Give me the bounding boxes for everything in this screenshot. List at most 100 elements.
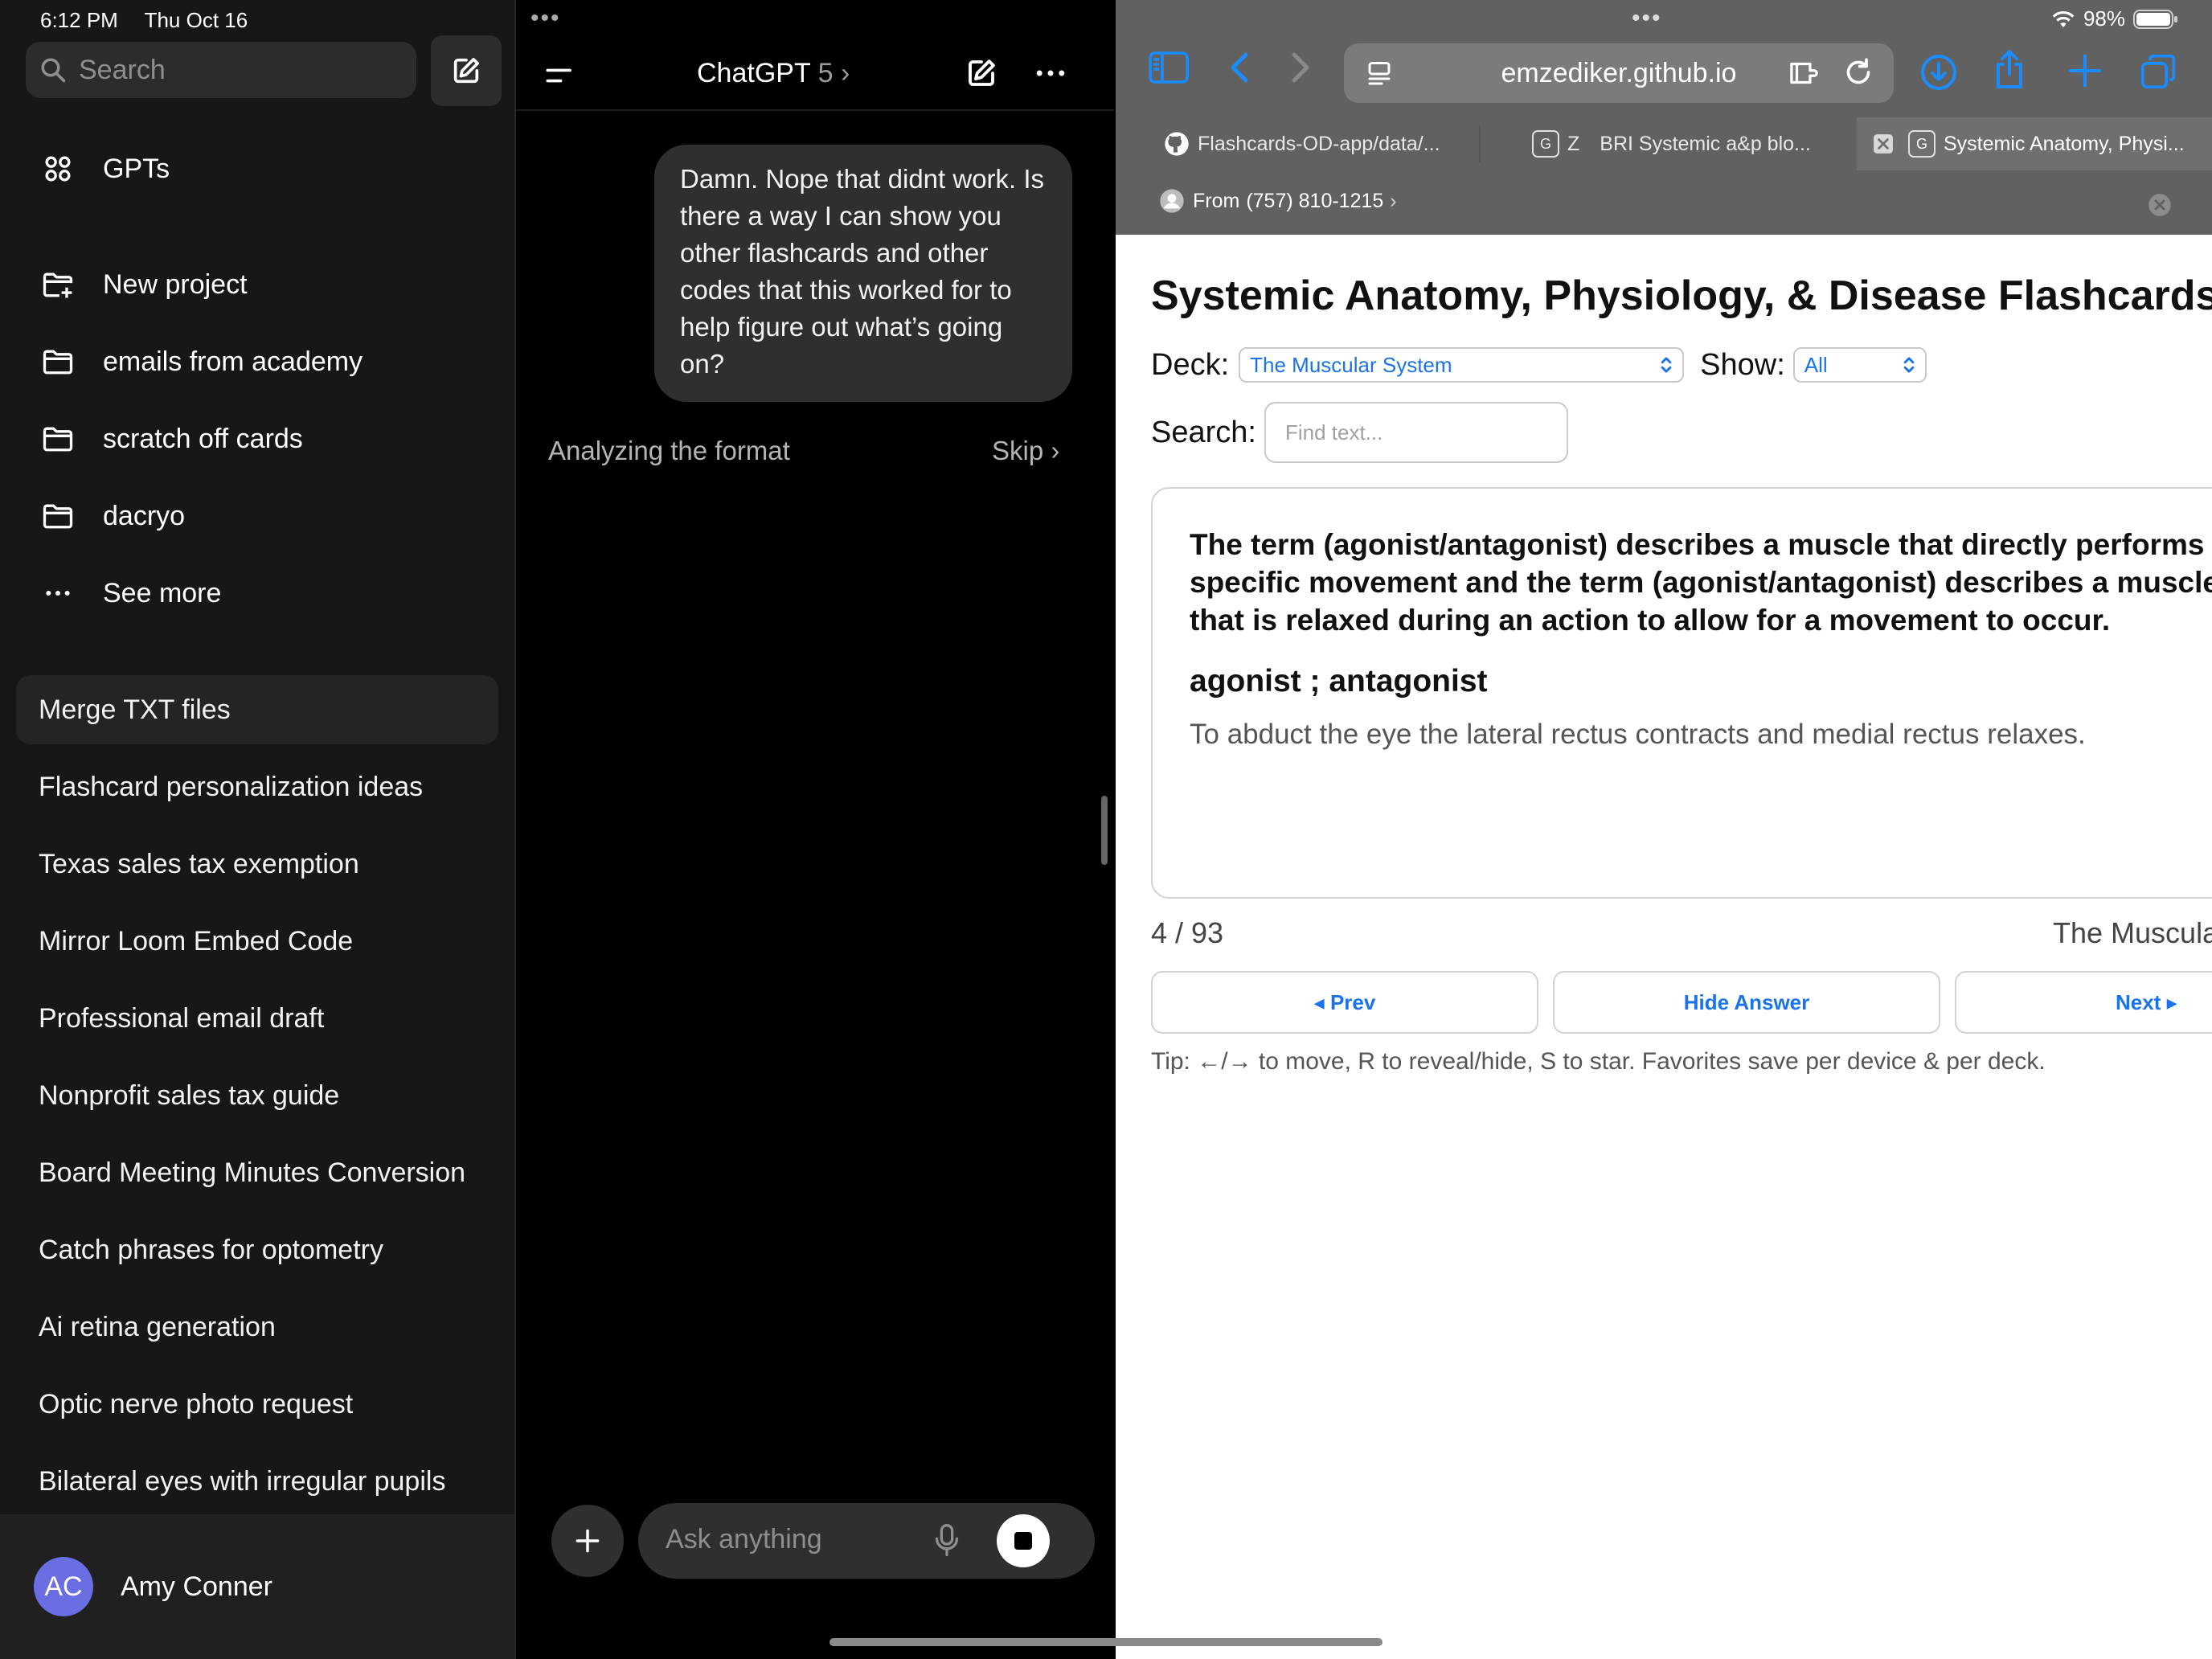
select-arrows-icon bbox=[1903, 357, 1915, 373]
select-arrows-icon bbox=[1661, 357, 1672, 373]
find-text-placeholder: Find text... bbox=[1284, 420, 1383, 444]
downloads-button[interactable] bbox=[1919, 53, 1958, 92]
dismiss-banner-button[interactable] bbox=[2148, 193, 2172, 217]
folder-icon bbox=[39, 342, 77, 381]
close-icon bbox=[1874, 134, 1893, 154]
sidebar-item-gpts[interactable]: GPTs bbox=[39, 150, 170, 188]
show-select[interactable]: All bbox=[1792, 347, 1927, 383]
current-deck-name: The Muscular System bbox=[2053, 916, 2212, 949]
find-text-input[interactable]: Find text... bbox=[1264, 402, 1568, 463]
tab-overview-button[interactable] bbox=[2140, 53, 2178, 90]
user-profile-button[interactable]: AC Amy Conner bbox=[0, 1514, 514, 1659]
grid-icon bbox=[39, 150, 77, 188]
tab-flashcards-github[interactable]: Flashcards-OD-app/data/... bbox=[1164, 117, 1484, 170]
search-row: Search: Find text... bbox=[1151, 402, 1568, 463]
chat-history-item[interactable]: Ai retina generation bbox=[16, 1292, 498, 1362]
forward-button[interactable] bbox=[1288, 50, 1312, 85]
new-tab-button[interactable] bbox=[2067, 53, 2103, 88]
deck-select[interactable]: The Muscular System bbox=[1239, 347, 1685, 383]
chat-history-item[interactable]: Bilateral eyes with irregular pupils bbox=[16, 1447, 498, 1516]
prev-button[interactable]: ◂ Prev bbox=[1151, 971, 1538, 1034]
sidebar-item-label: scratch off cards bbox=[103, 423, 303, 454]
chat-history-item[interactable]: Board Meeting Minutes Conversion bbox=[16, 1138, 498, 1207]
home-indicator[interactable] bbox=[830, 1638, 1382, 1646]
sidebar-item-label: emails from academy bbox=[103, 346, 363, 377]
thinking-status: Analyzing the format bbox=[548, 436, 790, 465]
sidebar-item-see-more[interactable]: See more bbox=[39, 574, 221, 612]
chat-history-item[interactable]: Flashcard personalization ideas bbox=[16, 752, 498, 821]
next-button[interactable]: Next ▸ bbox=[1955, 971, 2212, 1034]
extensions-button[interactable] bbox=[1788, 58, 1825, 88]
share-button[interactable] bbox=[1993, 48, 2026, 90]
chat-history-item-active[interactable]: Merge TXT files bbox=[16, 675, 498, 744]
sidebar-toggle-button[interactable] bbox=[1148, 50, 1190, 85]
skip-button[interactable]: Skip › bbox=[992, 436, 1059, 466]
sidebar-icon bbox=[1149, 51, 1189, 84]
chat-history-item[interactable]: Catch phrases for optometry bbox=[16, 1215, 498, 1284]
battery-icon bbox=[2133, 9, 2177, 29]
sidebar-search-input[interactable]: Search bbox=[26, 42, 416, 98]
chevron-right-icon bbox=[1292, 52, 1309, 83]
sidebar-item-project[interactable]: dacryo bbox=[39, 497, 185, 535]
dictation-button[interactable] bbox=[931, 1521, 963, 1559]
multitasking-dots[interactable]: ••• bbox=[530, 5, 561, 32]
flashcard-answer: agonist ; antagonist bbox=[1190, 664, 1488, 698]
share-icon bbox=[1997, 50, 2022, 88]
new-chat-button[interactable] bbox=[431, 35, 502, 106]
page-title: Systemic Anatomy, Physiology, & Disease … bbox=[1151, 272, 2212, 319]
user-name: Amy Conner bbox=[121, 1571, 272, 1602]
menu-icon bbox=[546, 68, 571, 83]
stop-generating-button[interactable] bbox=[997, 1514, 1050, 1567]
split-view-divider-handle[interactable] bbox=[1101, 796, 1108, 865]
status-time: 6:12 PM bbox=[40, 8, 118, 32]
model-selector[interactable]: ChatGPT 5 › bbox=[697, 58, 850, 89]
more-options-button[interactable] bbox=[1034, 58, 1067, 88]
sidebar-item-label: GPTs bbox=[103, 153, 170, 184]
tab-label: Flashcards-OD-app/data/... bbox=[1198, 132, 1440, 155]
attach-button[interactable] bbox=[551, 1505, 624, 1577]
chat-history-item[interactable]: Nonprofit sales tax guide bbox=[16, 1061, 498, 1130]
tab-label: Z BRI Systemic a&p blo... bbox=[1567, 132, 1811, 155]
search-icon bbox=[41, 58, 66, 83]
chat-history-list: Merge TXT files Flashcard personalizatio… bbox=[16, 675, 498, 1524]
chat-header: ChatGPT 5 › bbox=[516, 40, 1114, 111]
battery-percent: 98% bbox=[2083, 6, 2125, 31]
chat-history-item[interactable]: Optic nerve photo request bbox=[16, 1370, 498, 1439]
shared-with-you-banner[interactable]: From (757) 810-1215 › bbox=[1159, 188, 1397, 214]
safari-window: ••• 98% emzediker.github.io Flashcards-O… bbox=[1116, 0, 2212, 1659]
sidebar-item-label: See more bbox=[103, 577, 222, 608]
show-select-value: All bbox=[1804, 352, 1828, 377]
card-counter: 4 / 93 bbox=[1151, 916, 1224, 949]
chat-history-item[interactable]: Texas sales tax exemption bbox=[16, 830, 498, 899]
tab-divider bbox=[1479, 125, 1481, 162]
multitasking-dots[interactable]: ••• bbox=[1632, 5, 1662, 32]
new-folder-icon bbox=[39, 265, 77, 304]
close-tab-button[interactable] bbox=[1873, 133, 1894, 154]
wifi-icon bbox=[2052, 10, 2075, 27]
person-icon bbox=[1160, 189, 1184, 213]
address-bar[interactable]: emzediker.github.io bbox=[1344, 43, 1894, 103]
flashcard[interactable]: The term (agonist/antagonist) describes … bbox=[1151, 487, 2212, 899]
deck-filter-row: Deck: The Muscular System Show: All bbox=[1151, 347, 1927, 383]
chat-input[interactable]: Ask anything bbox=[638, 1503, 1095, 1579]
reload-button[interactable] bbox=[1842, 56, 1874, 88]
tab-bri-systemic[interactable]: G Z BRI Systemic a&p blo... bbox=[1532, 117, 1862, 170]
tab-systemic-anatomy[interactable]: G Systemic Anatomy, Physi... bbox=[1857, 117, 2212, 170]
chat-history-item[interactable]: Mirror Loom Embed Code bbox=[16, 907, 498, 976]
sidebar-toggle-button[interactable] bbox=[543, 61, 576, 90]
from-label: From bbox=[1193, 189, 1240, 212]
stop-icon bbox=[1014, 1532, 1032, 1550]
sidebar-item-project[interactable]: emails from academy bbox=[39, 342, 363, 381]
download-icon bbox=[1921, 55, 1956, 90]
sidebar-item-new-project[interactable]: New project bbox=[39, 265, 248, 304]
hide-answer-button[interactable]: Hide Answer bbox=[1553, 971, 1940, 1034]
more-dots-icon bbox=[39, 574, 77, 612]
tab-bar: Flashcards-OD-app/data/... G Z BRI Syste… bbox=[1116, 117, 2212, 170]
new-chat-button[interactable] bbox=[965, 56, 998, 90]
github-icon bbox=[1165, 132, 1189, 156]
chat-history-item[interactable]: Professional email draft bbox=[16, 984, 498, 1053]
back-button[interactable] bbox=[1228, 50, 1252, 85]
sidebar-item-project[interactable]: scratch off cards bbox=[39, 420, 303, 458]
microphone-icon bbox=[935, 1524, 959, 1557]
plus-icon bbox=[576, 1529, 600, 1553]
